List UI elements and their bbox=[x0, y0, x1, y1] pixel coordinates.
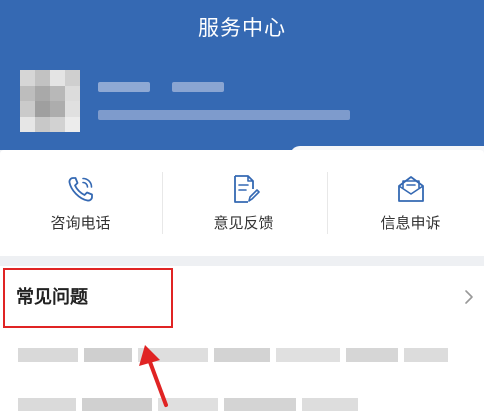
chevron-right-icon bbox=[465, 290, 473, 304]
header: 服务中心 bbox=[0, 0, 484, 150]
avatar bbox=[20, 70, 80, 132]
feedback-icon bbox=[233, 175, 260, 203]
page-title: 服务中心 bbox=[198, 16, 286, 40]
quick-actions-card: 咨询电话 意见反馈 信息申诉 bbox=[0, 150, 484, 256]
info-appeal-button[interactable]: 信息申诉 bbox=[330, 150, 484, 256]
faq-row[interactable]: 常见问题 bbox=[0, 266, 484, 328]
username-blurred bbox=[98, 82, 150, 92]
mail-icon bbox=[397, 176, 424, 202]
consult-phone-button[interactable]: 咨询电话 bbox=[0, 150, 161, 256]
divider bbox=[327, 172, 328, 234]
phone-icon bbox=[68, 177, 93, 202]
highlight-box bbox=[3, 268, 173, 328]
username-blurred-part bbox=[172, 82, 224, 92]
info-appeal-label: 信息申诉 bbox=[380, 214, 441, 232]
feedback-button[interactable]: 意见反馈 bbox=[163, 150, 324, 256]
feedback-label: 意见反馈 bbox=[213, 214, 274, 232]
faq-list bbox=[0, 328, 484, 411]
account-info-blurred bbox=[98, 110, 350, 120]
list-item-blurred[interactable] bbox=[18, 348, 448, 362]
consult-phone-label: 咨询电话 bbox=[50, 214, 111, 232]
list-item-blurred[interactable] bbox=[18, 398, 358, 411]
